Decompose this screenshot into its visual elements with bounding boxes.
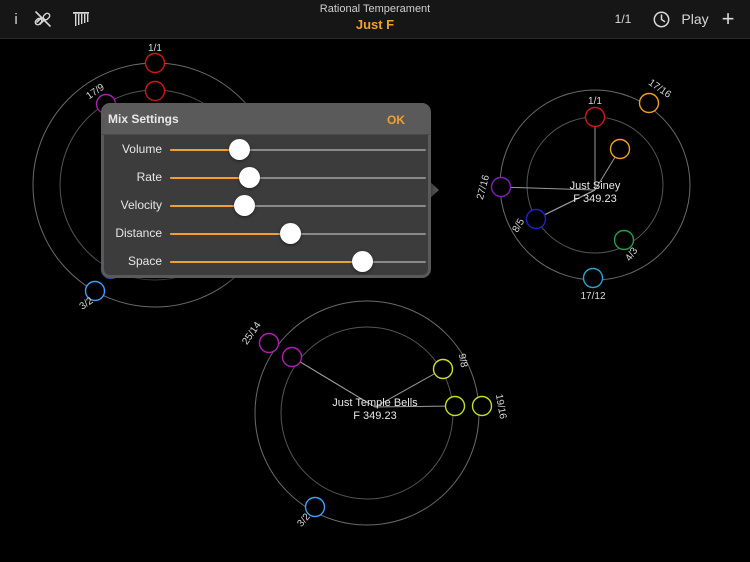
ratio-display[interactable]: 1/1 [610, 0, 636, 38]
volume-label: Volume [121, 142, 162, 156]
distance-slider-row: Distance [104, 221, 428, 247]
rate-thumb[interactable] [239, 167, 261, 188]
rate-slider-row: Rate [104, 165, 428, 191]
slider-list: Volume Rate Velocity Distance Space [104, 135, 428, 275]
note-node[interactable] [304, 496, 326, 518]
distance-slider[interactable] [170, 223, 426, 244]
ratio-label: 1/1 [148, 43, 162, 54]
ratio-label: 9/8 [456, 353, 469, 369]
mix-settings-popover: Mix Settings OK Volume Rate Velocity Dis… [101, 103, 431, 278]
velocity-fill [170, 205, 245, 207]
top-bar: i Rational Temperament Just F 1/1 Play + [0, 0, 750, 39]
app-subtitle: Rational Temperament [319, 3, 431, 15]
ok-button[interactable]: OK [387, 113, 405, 127]
right-wheel[interactable]: 1/117/1627/168/54/317/12Just SineyF 349.… [475, 77, 691, 302]
note-node[interactable] [444, 395, 466, 417]
ratio-label: 17/12 [580, 291, 605, 302]
ratio-label: 8/5 [511, 217, 528, 235]
volume-slider[interactable] [170, 139, 426, 160]
space-slider[interactable] [170, 251, 426, 272]
ratio-label: 1/1 [588, 96, 602, 107]
volume-slider-row: Volume [104, 137, 428, 163]
note-node[interactable] [144, 80, 166, 102]
distance-label: Distance [115, 226, 162, 240]
note-node[interactable] [432, 358, 454, 380]
wheel-title: Just Siney [570, 180, 621, 192]
note-node[interactable] [582, 267, 604, 289]
velocity-label: Velocity [120, 198, 162, 212]
note-node[interactable] [609, 138, 631, 160]
velocity-slider-row: Velocity [104, 193, 428, 219]
popover-header: Mix Settings OK [101, 103, 431, 135]
temperament-title[interactable]: Just F [0, 17, 750, 32]
note-node[interactable] [258, 332, 280, 354]
play-button[interactable]: Play [678, 0, 712, 38]
rate-slider[interactable] [170, 167, 426, 188]
rate-fill [170, 177, 250, 179]
ratio-label: 19/16 [493, 393, 508, 420]
note-node[interactable] [525, 208, 547, 230]
rate-label: Rate [136, 170, 162, 184]
note-node[interactable] [281, 346, 303, 368]
note-node[interactable] [584, 106, 606, 128]
velocity-thumb[interactable] [234, 195, 256, 216]
wheel-frequency: F 349.23 [573, 193, 616, 205]
wheel-frequency: F 349.23 [353, 410, 396, 422]
space-slider-row: Space [104, 249, 428, 275]
distance-thumb[interactable] [280, 223, 302, 244]
note-node[interactable] [471, 395, 493, 417]
add-button[interactable]: + [716, 0, 740, 38]
space-label: Space [127, 254, 162, 268]
distance-fill [170, 233, 291, 235]
wheel-canvas[interactable]: 1/117/93/21/117/1627/168/54/317/12Just S… [0, 0, 750, 562]
volume-thumb[interactable] [229, 139, 251, 160]
space-fill [170, 261, 362, 263]
popover-title: Mix Settings [108, 112, 179, 126]
note-node[interactable] [490, 176, 512, 198]
bottom-wheel[interactable]: 25/149/819/163/2Just Temple BellsF 349.2… [240, 300, 508, 529]
ratio-label: 27/16 [475, 173, 492, 200]
note-node[interactable] [638, 92, 660, 114]
space-thumb[interactable] [352, 251, 373, 272]
clock-icon[interactable] [650, 0, 672, 38]
velocity-slider[interactable] [170, 195, 426, 216]
wheel-title: Just Temple Bells [332, 397, 418, 409]
note-node[interactable] [144, 52, 166, 74]
